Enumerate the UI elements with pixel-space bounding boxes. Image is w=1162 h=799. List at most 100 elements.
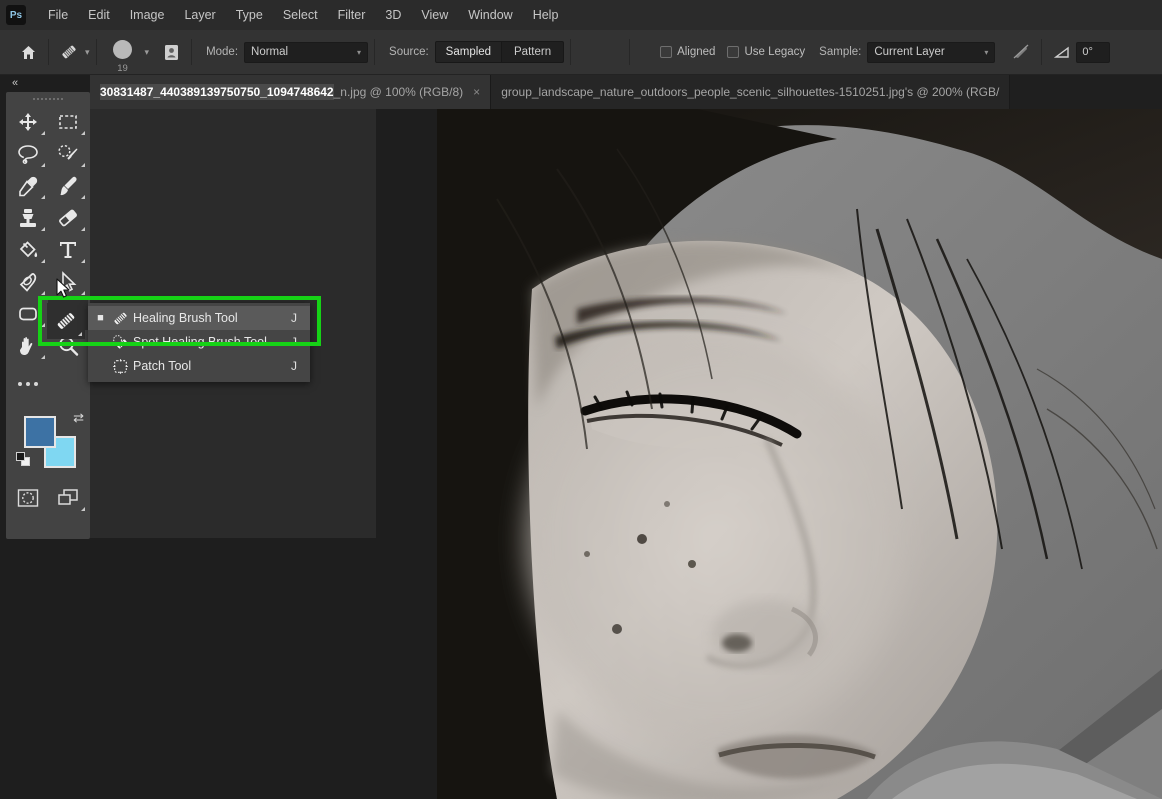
flyout-triangle-icon xyxy=(41,227,45,231)
flyout-triangle-icon xyxy=(41,195,45,199)
divider xyxy=(48,39,49,65)
flyout-item-spot-healing-brush-tool[interactable]: Spot Healing Brush Tool J xyxy=(88,330,310,354)
menu-select[interactable]: Select xyxy=(273,4,328,26)
spot-healing-brush-icon xyxy=(107,333,133,352)
healing-brush-icon[interactable] xyxy=(55,38,83,66)
quick-mask-button[interactable] xyxy=(8,482,48,514)
flyout-triangle-icon xyxy=(81,163,85,167)
menu-layer[interactable]: Layer xyxy=(174,4,225,26)
divider xyxy=(191,39,192,65)
chevron-down-icon: ▾ xyxy=(984,48,988,57)
default-colors-icon[interactable] xyxy=(16,452,30,466)
document-tab-bar: 30831487_440389139750750_1094748642_n.jp… xyxy=(90,75,1162,109)
healing-brush-icon xyxy=(107,309,133,328)
menu-view[interactable]: View xyxy=(411,4,458,26)
chevron-down-icon: ▾ xyxy=(357,48,361,57)
tool-object-selection[interactable] xyxy=(48,138,88,170)
flyout-item-patch-tool[interactable]: Patch Tool J xyxy=(88,354,310,378)
flyout-item-healing-brush-tool[interactable]: ■ Healing Brush Tool J xyxy=(88,306,310,330)
photoshop-logo-icon[interactable]: Ps xyxy=(6,5,26,25)
tools-panel-drag-handle[interactable] xyxy=(6,92,90,102)
angle-icon[interactable] xyxy=(1048,38,1076,66)
flyout-triangle-icon xyxy=(41,131,45,135)
divider xyxy=(96,39,97,65)
menu-edit[interactable]: Edit xyxy=(78,4,120,26)
tool-paint-bucket[interactable] xyxy=(8,234,48,266)
toolbar-bottom-buttons xyxy=(6,482,90,514)
document-tab-2-name: group_landscape_nature_outdoors_people_s… xyxy=(501,85,999,99)
menu-filter[interactable]: Filter xyxy=(328,4,376,26)
healing-brush-flyout-menu: ■ Healing Brush Tool J xyxy=(88,303,310,382)
document-tab-1[interactable]: 30831487_440389139750750_1094748642_n.jp… xyxy=(90,75,491,109)
divider xyxy=(374,39,375,65)
use-legacy-label: Use Legacy xyxy=(744,46,805,58)
use-legacy-checkbox[interactable] xyxy=(727,46,739,58)
source-button-group: Sampled Pattern xyxy=(435,41,564,63)
tool-eraser[interactable] xyxy=(48,202,88,234)
mouse-cursor-icon xyxy=(56,278,72,300)
flyout-item-shortcut: J xyxy=(286,311,302,325)
sample-select[interactable]: Current Layer ▾ xyxy=(867,42,995,63)
flyout-item-label: Patch Tool xyxy=(133,359,286,373)
brush-settings-icon[interactable] xyxy=(157,38,185,66)
document-canvas[interactable] xyxy=(437,109,1162,799)
blend-mode-select[interactable]: Normal ▾ xyxy=(244,42,368,63)
flyout-triangle-icon xyxy=(41,163,45,167)
tool-type[interactable] xyxy=(48,234,88,266)
swap-colors-icon[interactable]: ⇄ xyxy=(73,410,84,426)
screen-mode-button[interactable] xyxy=(48,482,88,514)
tool-rectangular-marquee[interactable] xyxy=(48,106,88,138)
tool-preset-chevron-down-icon[interactable]: ▾ xyxy=(85,47,90,58)
brush-preset-chevron-down-icon[interactable]: ▾ xyxy=(145,47,150,58)
more-tools-button[interactable] xyxy=(8,368,48,400)
tool-shape[interactable] xyxy=(8,298,48,330)
menu-type[interactable]: Type xyxy=(226,4,273,26)
divider xyxy=(570,39,571,65)
tool-eyedropper[interactable] xyxy=(8,170,48,202)
tool-spacer xyxy=(48,368,88,400)
options-bar: ▾ 19 ▾ Mode: Normal ▾ Source: Sampled Pa… xyxy=(0,30,1162,75)
flyout-triangle-icon xyxy=(41,323,45,327)
tool-brush[interactable] xyxy=(48,170,88,202)
document-tab-1-info: _n.jpg @ 100% (RGB/8) xyxy=(334,85,464,99)
tool-lasso[interactable] xyxy=(8,138,48,170)
flyout-triangle-icon xyxy=(41,355,45,359)
flyout-triangle-icon xyxy=(41,291,45,295)
close-icon[interactable]: × xyxy=(473,85,480,99)
brush-size-value: 19 xyxy=(103,63,143,74)
menu-help[interactable]: Help xyxy=(523,4,569,26)
document-tab-2[interactable]: group_landscape_nature_outdoors_people_s… xyxy=(491,75,1010,109)
brush-preset-picker[interactable]: 19 xyxy=(103,35,143,69)
flyout-triangle-icon xyxy=(81,259,85,263)
menu-image[interactable]: Image xyxy=(120,4,175,26)
menu-bar: Ps File Edit Image Layer Type Select Fil… xyxy=(0,0,1162,30)
flyout-triangle-icon xyxy=(78,332,82,336)
foreground-color-swatch[interactable] xyxy=(24,416,56,448)
home-icon[interactable] xyxy=(14,38,42,66)
healing-brush-icon xyxy=(53,308,79,334)
menu-file[interactable]: File xyxy=(38,4,78,26)
angle-input[interactable]: 0° xyxy=(1076,42,1110,63)
flyout-item-label: Healing Brush Tool xyxy=(133,311,286,325)
pressure-size-icon[interactable] xyxy=(1007,38,1035,66)
tool-clone-stamp[interactable] xyxy=(8,202,48,234)
current-tool-bullet: ■ xyxy=(94,312,107,324)
tool-pen[interactable] xyxy=(8,266,48,298)
patch-icon xyxy=(107,357,133,376)
flyout-triangle-icon xyxy=(81,291,85,295)
portrait-photo xyxy=(437,109,1162,799)
healing-brush-tool-button[interactable] xyxy=(47,303,85,339)
aligned-checkbox-row[interactable]: Aligned xyxy=(660,46,715,58)
aligned-checkbox[interactable] xyxy=(660,46,672,58)
chevron-double-left-icon[interactable]: « xyxy=(4,76,26,90)
menu-3d[interactable]: 3D xyxy=(375,4,411,26)
tool-move[interactable] xyxy=(8,106,48,138)
use-legacy-checkbox-row[interactable]: Use Legacy xyxy=(727,46,805,58)
tool-hand[interactable] xyxy=(8,330,48,362)
source-sampled-button[interactable]: Sampled xyxy=(435,41,502,63)
source-label: Source: xyxy=(389,46,429,58)
mode-label: Mode: xyxy=(206,46,238,58)
source-pattern-button[interactable]: Pattern xyxy=(502,41,564,63)
flyout-triangle-icon xyxy=(81,195,85,199)
menu-window[interactable]: Window xyxy=(458,4,522,26)
